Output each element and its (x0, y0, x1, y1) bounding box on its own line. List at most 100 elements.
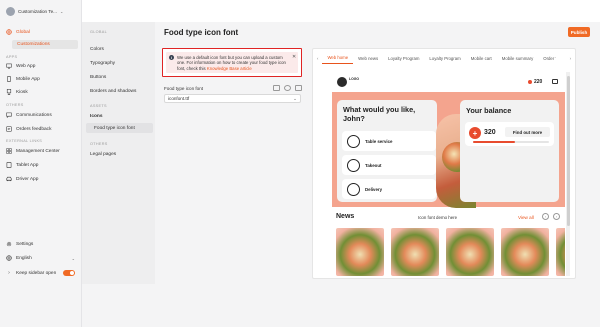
news-image (391, 228, 439, 276)
takeout-icon (347, 158, 360, 172)
info-alert: i We use a default icon font but you can… (162, 48, 302, 77)
feedback-icon (6, 126, 12, 132)
image-icon[interactable] (273, 85, 280, 91)
sidebar-item-customizations[interactable]: Customizations (12, 40, 78, 49)
font-file-value: iconfont.ttf (168, 96, 190, 101)
subnav-item-legal[interactable]: Legal pages (86, 149, 153, 159)
table-service-icon (347, 134, 360, 148)
sidebar-section-others: OTHERS (6, 103, 24, 107)
chevron-down-icon: ⌄ (59, 8, 64, 14)
preview-topbar: LOGO 220 (332, 72, 565, 92)
keep-sidebar-toggle[interactable] (63, 270, 75, 276)
sidebar-item-communications[interactable]: Communications (6, 110, 79, 120)
page-title: Food type icon font (164, 28, 239, 37)
tab-order-tab[interactable]: Order Tab (538, 52, 556, 64)
tab-mobile-summary[interactable]: Mobile summary (497, 52, 539, 64)
collapse-icon: › (8, 270, 10, 276)
delivery-icon (347, 182, 360, 196)
balance-progress-fill (473, 141, 515, 143)
balance-card: Your balance + 320 Find out more (460, 100, 559, 202)
grid-icon (6, 148, 12, 154)
subnav-section-others: OTHERS (90, 142, 108, 146)
web-home-preview: LOGO 220 What would you like, John? Tabl… (332, 72, 565, 276)
keep-sidebar-open: › Keep sidebar open (6, 268, 79, 278)
news-image (446, 228, 494, 276)
gear-icon (6, 241, 12, 247)
tab-web-home[interactable]: Web home (322, 52, 354, 64)
order-card-title: What would you like, John? (343, 105, 416, 123)
option-takeout[interactable]: Takeout (342, 155, 436, 175)
knowledge-base-link[interactable]: Knowledge Base article (207, 66, 252, 71)
plus-icon: + (469, 127, 481, 139)
sidebar-item-mobile-app[interactable]: Mobile App (6, 74, 79, 84)
font-file-select[interactable]: iconfont.ttf ⌄ (164, 94, 301, 103)
chat-icon (6, 112, 12, 118)
subnav-item-buttons[interactable]: Buttons (86, 72, 153, 82)
preview-tabs: ‹ Web home Web news Loyalty Program Loya… (313, 52, 575, 64)
subnav-item-borders[interactable]: Borders and shadows (86, 86, 153, 96)
points-icon (528, 80, 532, 84)
alert-text: We use a default icon font but you can u… (177, 54, 286, 71)
option-delivery[interactable]: Delivery (342, 179, 436, 199)
logo (337, 77, 347, 87)
order-card: What would you like, John? Table service… (337, 100, 437, 202)
balance-title: Your balance (466, 106, 512, 115)
tablet-icon (6, 162, 12, 168)
news-image (336, 228, 384, 276)
globe-icon (6, 255, 12, 261)
sidebar-item-driver-app[interactable]: Driver App (6, 174, 79, 184)
subnav-item-colors[interactable]: Colors (86, 44, 153, 54)
chevron-left-icon[interactable]: ‹ (313, 56, 322, 61)
subnav-section-assets: ASSETS (90, 104, 107, 108)
view-all-link[interactable]: View all (518, 215, 534, 220)
sidebar-section-external: EXTERNAL LINKS (6, 139, 43, 143)
globe-icon (6, 29, 12, 35)
chevron-right-icon[interactable]: › (553, 213, 560, 220)
info-icon: i (169, 55, 174, 60)
close-icon[interactable]: ✕ (292, 54, 296, 60)
sidebar-item-global[interactable]: Global (6, 27, 79, 37)
chevron-left-icon[interactable]: ‹ (542, 213, 549, 220)
car-icon (6, 176, 12, 182)
chevron-down-icon: ⌄ (71, 255, 75, 261)
monitor-icon (6, 63, 12, 69)
sidebar-item-settings[interactable]: Settings (6, 239, 79, 249)
sidebar-item-management-center[interactable]: Management Center (6, 146, 79, 156)
subnav-item-icons[interactable]: Icons (86, 111, 153, 121)
tab-loyalty-1[interactable]: Loyalty Program (383, 52, 424, 64)
logo-text: LOGO (349, 77, 359, 81)
font-field-label: Food type icon font (164, 86, 204, 91)
chevron-down-icon: ⌄ (293, 96, 297, 101)
tab-loyalty-2[interactable]: Loyalty Program (424, 52, 465, 64)
tab-mobile-cart[interactable]: Mobile cart (466, 52, 497, 64)
language-select[interactable]: English ⌄ (6, 253, 79, 263)
subnav-section-global: GLOBAL (90, 30, 107, 34)
sidebar-section-apps: APPS (6, 55, 18, 59)
info-circle-icon[interactable] (284, 85, 291, 91)
sidebar-item-web-app[interactable]: Web App (6, 61, 79, 71)
org-switcher[interactable]: Customization Te... ⌄ (6, 6, 80, 16)
scroll-thumb[interactable] (566, 76, 570, 226)
kiosk-icon (6, 89, 12, 95)
sidebar-item-orders-feedback[interactable]: Orders feedback (6, 124, 79, 134)
preview-scrollbar[interactable] (566, 72, 570, 276)
option-table-service[interactable]: Table service (342, 131, 436, 151)
alert-body: i We use a default icon font but you can… (166, 52, 298, 73)
news-title: News (336, 213, 355, 220)
tab-web-news[interactable]: Web news (353, 52, 383, 64)
news-image (556, 228, 565, 276)
chevron-right-icon[interactable]: › (566, 56, 575, 61)
balance-progress (473, 141, 549, 143)
cart-icon[interactable] (552, 79, 558, 84)
sidebar-item-tablet-app[interactable]: Tablet App (6, 160, 79, 170)
points-value: 220 (534, 79, 543, 85)
sidebar-item-kiosk[interactable]: Kiosk (6, 87, 79, 97)
org-name: Customization Te... (18, 8, 57, 14)
hero-banner: LOGO 220 What would you like, John? Tabl… (332, 72, 565, 208)
trash-icon[interactable] (295, 85, 302, 91)
news-image (501, 228, 549, 276)
publish-button[interactable]: Publish (568, 27, 590, 37)
subnav-item-food-icon-font[interactable]: Food type icon font (86, 123, 153, 133)
find-out-more-button[interactable]: Find out more (505, 127, 550, 137)
subnav-item-typography[interactable]: Typography (86, 58, 153, 68)
